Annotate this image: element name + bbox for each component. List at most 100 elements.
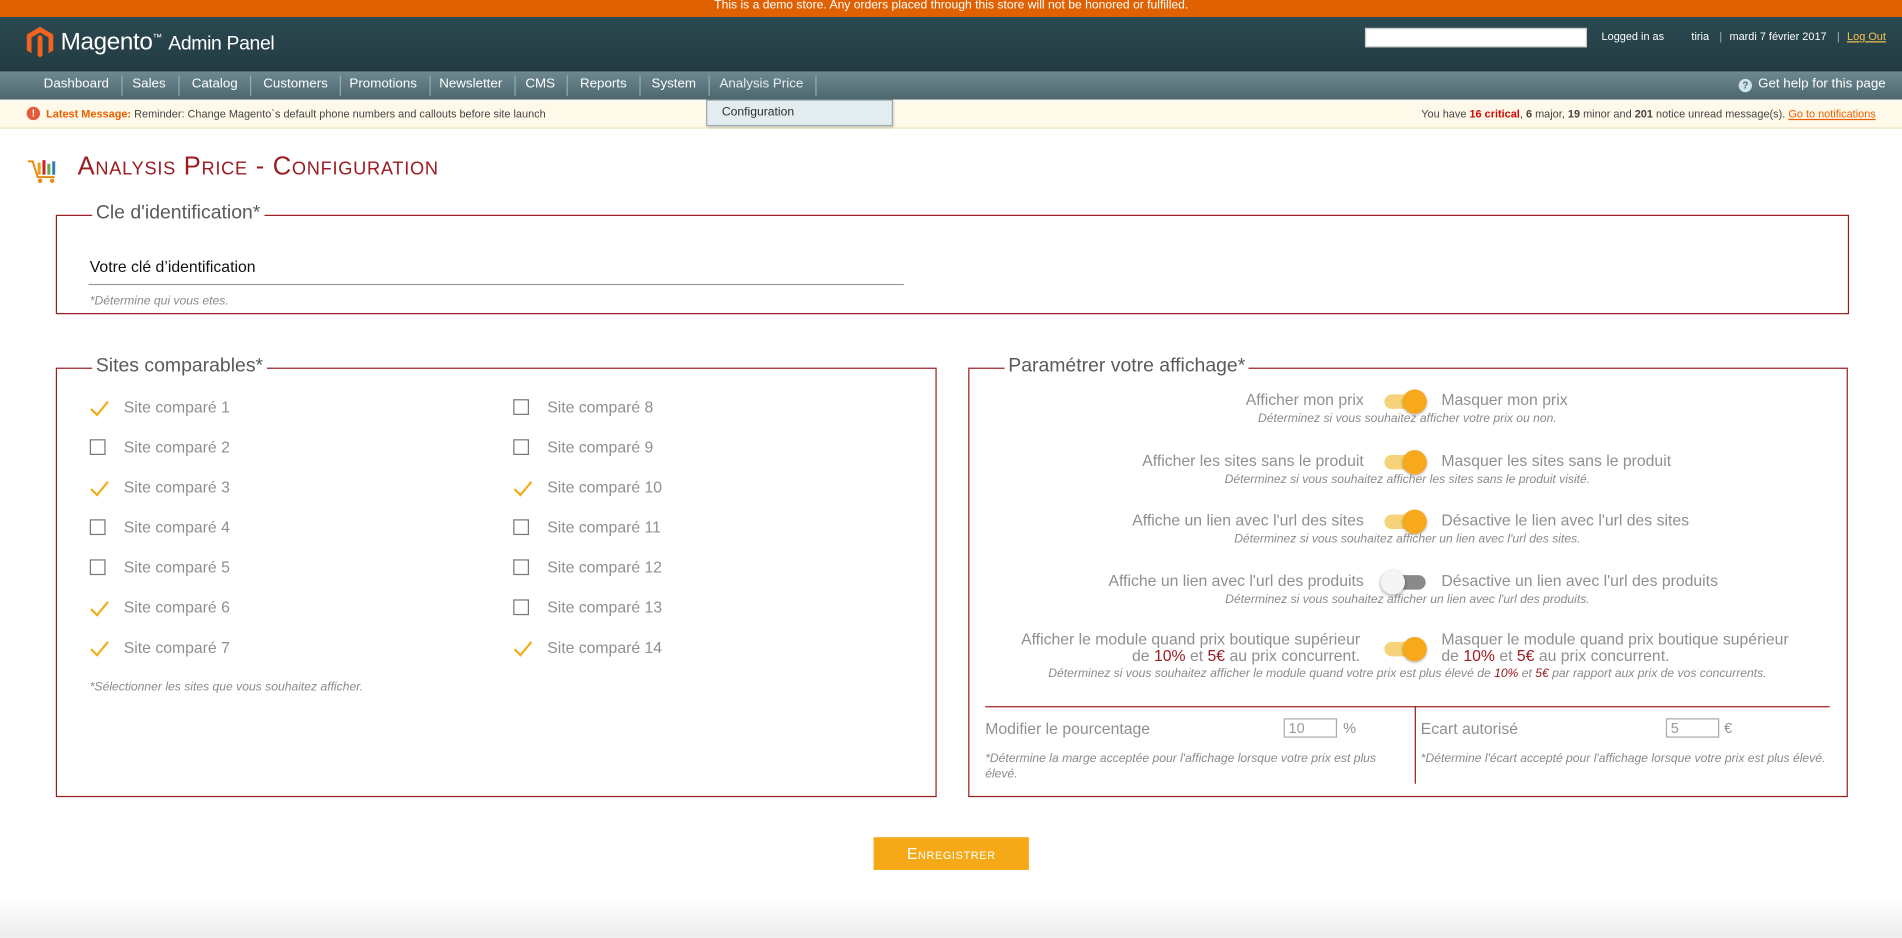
site-checkbox[interactable] (513, 519, 529, 536)
setting-description: Déterminez si vous souhaitez afficher un… (1234, 532, 1581, 546)
gap-input[interactable]: 5 (1665, 718, 1720, 738)
nav-newsletter[interactable]: Newsletter (426, 72, 516, 99)
site-checkbox[interactable] (89, 439, 106, 455)
site-label: Site comparé 9 (547, 438, 654, 457)
site-label: Site comparé 5 (123, 558, 230, 577)
help-link[interactable]: ? Get help for this page (1738, 72, 1886, 99)
nav-analysis-price[interactable]: Analysis Price (706, 72, 817, 99)
site-checkbox[interactable] (89, 559, 106, 576)
checkmark-icon[interactable] (90, 641, 109, 658)
setting-left-label: Affiche un lien avec l'url des sites (1132, 510, 1364, 529)
demo-notice: This is a demo store. Any orders placed … (0, 0, 1902, 17)
nav-cms[interactable]: CMS (512, 72, 569, 99)
nav-system[interactable]: System (638, 72, 710, 99)
setting-toggle[interactable] (1381, 449, 1427, 476)
logout-link[interactable]: Log Out (1847, 30, 1886, 42)
notifications-summary: You have 16 critical, 6 major, 19 minor … (1421, 107, 1876, 121)
setting-right-label: Masquer les sites sans le produit (1441, 451, 1672, 470)
percent-input[interactable]: 10 (1283, 718, 1338, 738)
nav-promotions[interactable]: Promotions (336, 72, 431, 99)
checkmark-icon[interactable] (90, 480, 109, 497)
gap-label: Ecart autorisé (1420, 719, 1519, 738)
nav-reports[interactable]: Reports (567, 72, 641, 99)
module-left-label: Afficher le module quand prix boutique s… (1021, 629, 1361, 665)
setting-right-label: Désactive un lien avec l'url des produit… (1441, 571, 1718, 590)
latest-message-label: Latest Message (46, 107, 128, 121)
checkmark-icon[interactable] (513, 480, 533, 497)
sites-hint: *Sélectionner les sites que vous souhait… (89, 680, 364, 695)
identification-hint: *Détermine qui vous etes. (89, 294, 229, 309)
shopping-cart-icon (27, 160, 56, 183)
site-checkbox[interactable] (513, 439, 529, 455)
site-label: Site comparé 8 (547, 397, 654, 417)
setting-left-label: Afficher mon prix (1245, 390, 1364, 409)
site-label: Site comparé 12 (547, 558, 663, 577)
nav-dashboard[interactable]: Dashboard (30, 72, 123, 99)
site-label: Site comparé 13 (547, 598, 663, 617)
analysis-price-submenu: Configuration (706, 99, 893, 127)
setting-right-label: Désactive le lien avec l'url des sites (1441, 510, 1690, 529)
notifications-link[interactable]: Go to notifications (1788, 108, 1875, 120)
nav-customers[interactable]: Customers (250, 72, 342, 99)
identification-fieldset: Cle d'identification* (55, 202, 1850, 315)
module-toggle[interactable] (1381, 636, 1427, 663)
divider (1414, 706, 1416, 784)
admin-header: Magento™ Admin Panel Logged in as tiria … (0, 16, 1902, 72)
latest-message-text: Reminder: Change Magento`s default phone… (134, 107, 546, 121)
setting-left-label: Afficher les sites sans le produit (1142, 451, 1364, 470)
site-checkbox[interactable] (89, 519, 106, 536)
module-description: Déterminez si vous souhaitez afficher le… (1048, 667, 1767, 681)
setting-toggle[interactable] (1381, 388, 1427, 415)
site-checkbox[interactable] (513, 599, 529, 616)
submenu-configuration[interactable]: Configuration (722, 106, 794, 119)
magento-logo-icon (26, 26, 54, 58)
setting-description: Déterminez si vous souhaitez afficher un… (1225, 593, 1590, 607)
site-label: Site comparé 14 (547, 638, 663, 657)
checkmark-icon[interactable] (90, 400, 109, 417)
gap-unit: € (1724, 719, 1733, 737)
username: tiria (1691, 30, 1710, 43)
setting-description: Déterminez si vous souhaitez afficher le… (1224, 473, 1591, 487)
logo-text: Magento™ Admin Panel (60, 29, 275, 56)
setting-left-label: Affiche un lien avec l'url des produits (1108, 571, 1364, 590)
site-label: Site comparé 10 (547, 478, 663, 497)
setting-right-label: Masquer mon prix (1441, 390, 1568, 409)
percent-label: Modifier le pourcentage (985, 719, 1151, 738)
site-label: Site comparé 2 (123, 438, 230, 457)
percent-unit: % (1343, 719, 1357, 737)
checkmark-icon[interactable] (90, 601, 109, 618)
site-label: Site comparé 11 (547, 518, 661, 537)
site-label: Site comparé 3 (123, 478, 230, 497)
save-button[interactable]: Enregistrer (873, 837, 1029, 870)
footer (0, 895, 1902, 938)
main-nav: Dashboard Sales Catalog Customers Promot… (0, 71, 1902, 100)
module-right-label: Masquer le module quand prix boutique su… (1441, 629, 1789, 665)
input-underline (88, 283, 904, 286)
nav-sales[interactable]: Sales (119, 72, 179, 99)
sites-fieldset: Sites comparables* (55, 355, 937, 798)
current-date: mardi 7 février 2017 (1729, 30, 1827, 43)
setting-description: Déterminez si vous souhaitez afficher vo… (1258, 412, 1557, 426)
sites-legend: Sites comparables* (92, 355, 267, 378)
divider (985, 706, 1830, 708)
site-label: Site comparé 4 (123, 518, 230, 537)
global-search-input[interactable] (1364, 27, 1587, 48)
nav-catalog[interactable]: Catalog (178, 72, 252, 99)
percent-hint: *Détermine la marge acceptée pour l'affi… (985, 752, 1376, 782)
setting-toggle[interactable] (1380, 569, 1427, 596)
help-icon: ? (1738, 78, 1753, 93)
gap-hint: *Détermine l'écart accepté pour l'affich… (1420, 752, 1826, 766)
display-legend: Paramétrer votre affichage* (1004, 355, 1249, 378)
message-bar: ! Latest Message: Reminder: Change Magen… (0, 100, 1902, 129)
site-checkbox[interactable] (513, 559, 529, 576)
checkmark-icon[interactable] (513, 641, 533, 658)
logged-in-label: Logged in as (1601, 30, 1665, 43)
site-checkbox[interactable] (513, 399, 529, 415)
page-title: Analysis Price - Configuration (77, 152, 439, 181)
site-label: Site comparé 6 (123, 598, 230, 617)
identification-legend: Cle d'identification* (92, 202, 264, 225)
identification-key-input[interactable]: Votre clé d’identification (90, 257, 256, 275)
user-info: Logged in as tiria | mardi 7 février 2017… (1601, 30, 1886, 43)
setting-toggle[interactable] (1381, 508, 1427, 535)
site-label: Site comparé 7 (123, 638, 230, 657)
